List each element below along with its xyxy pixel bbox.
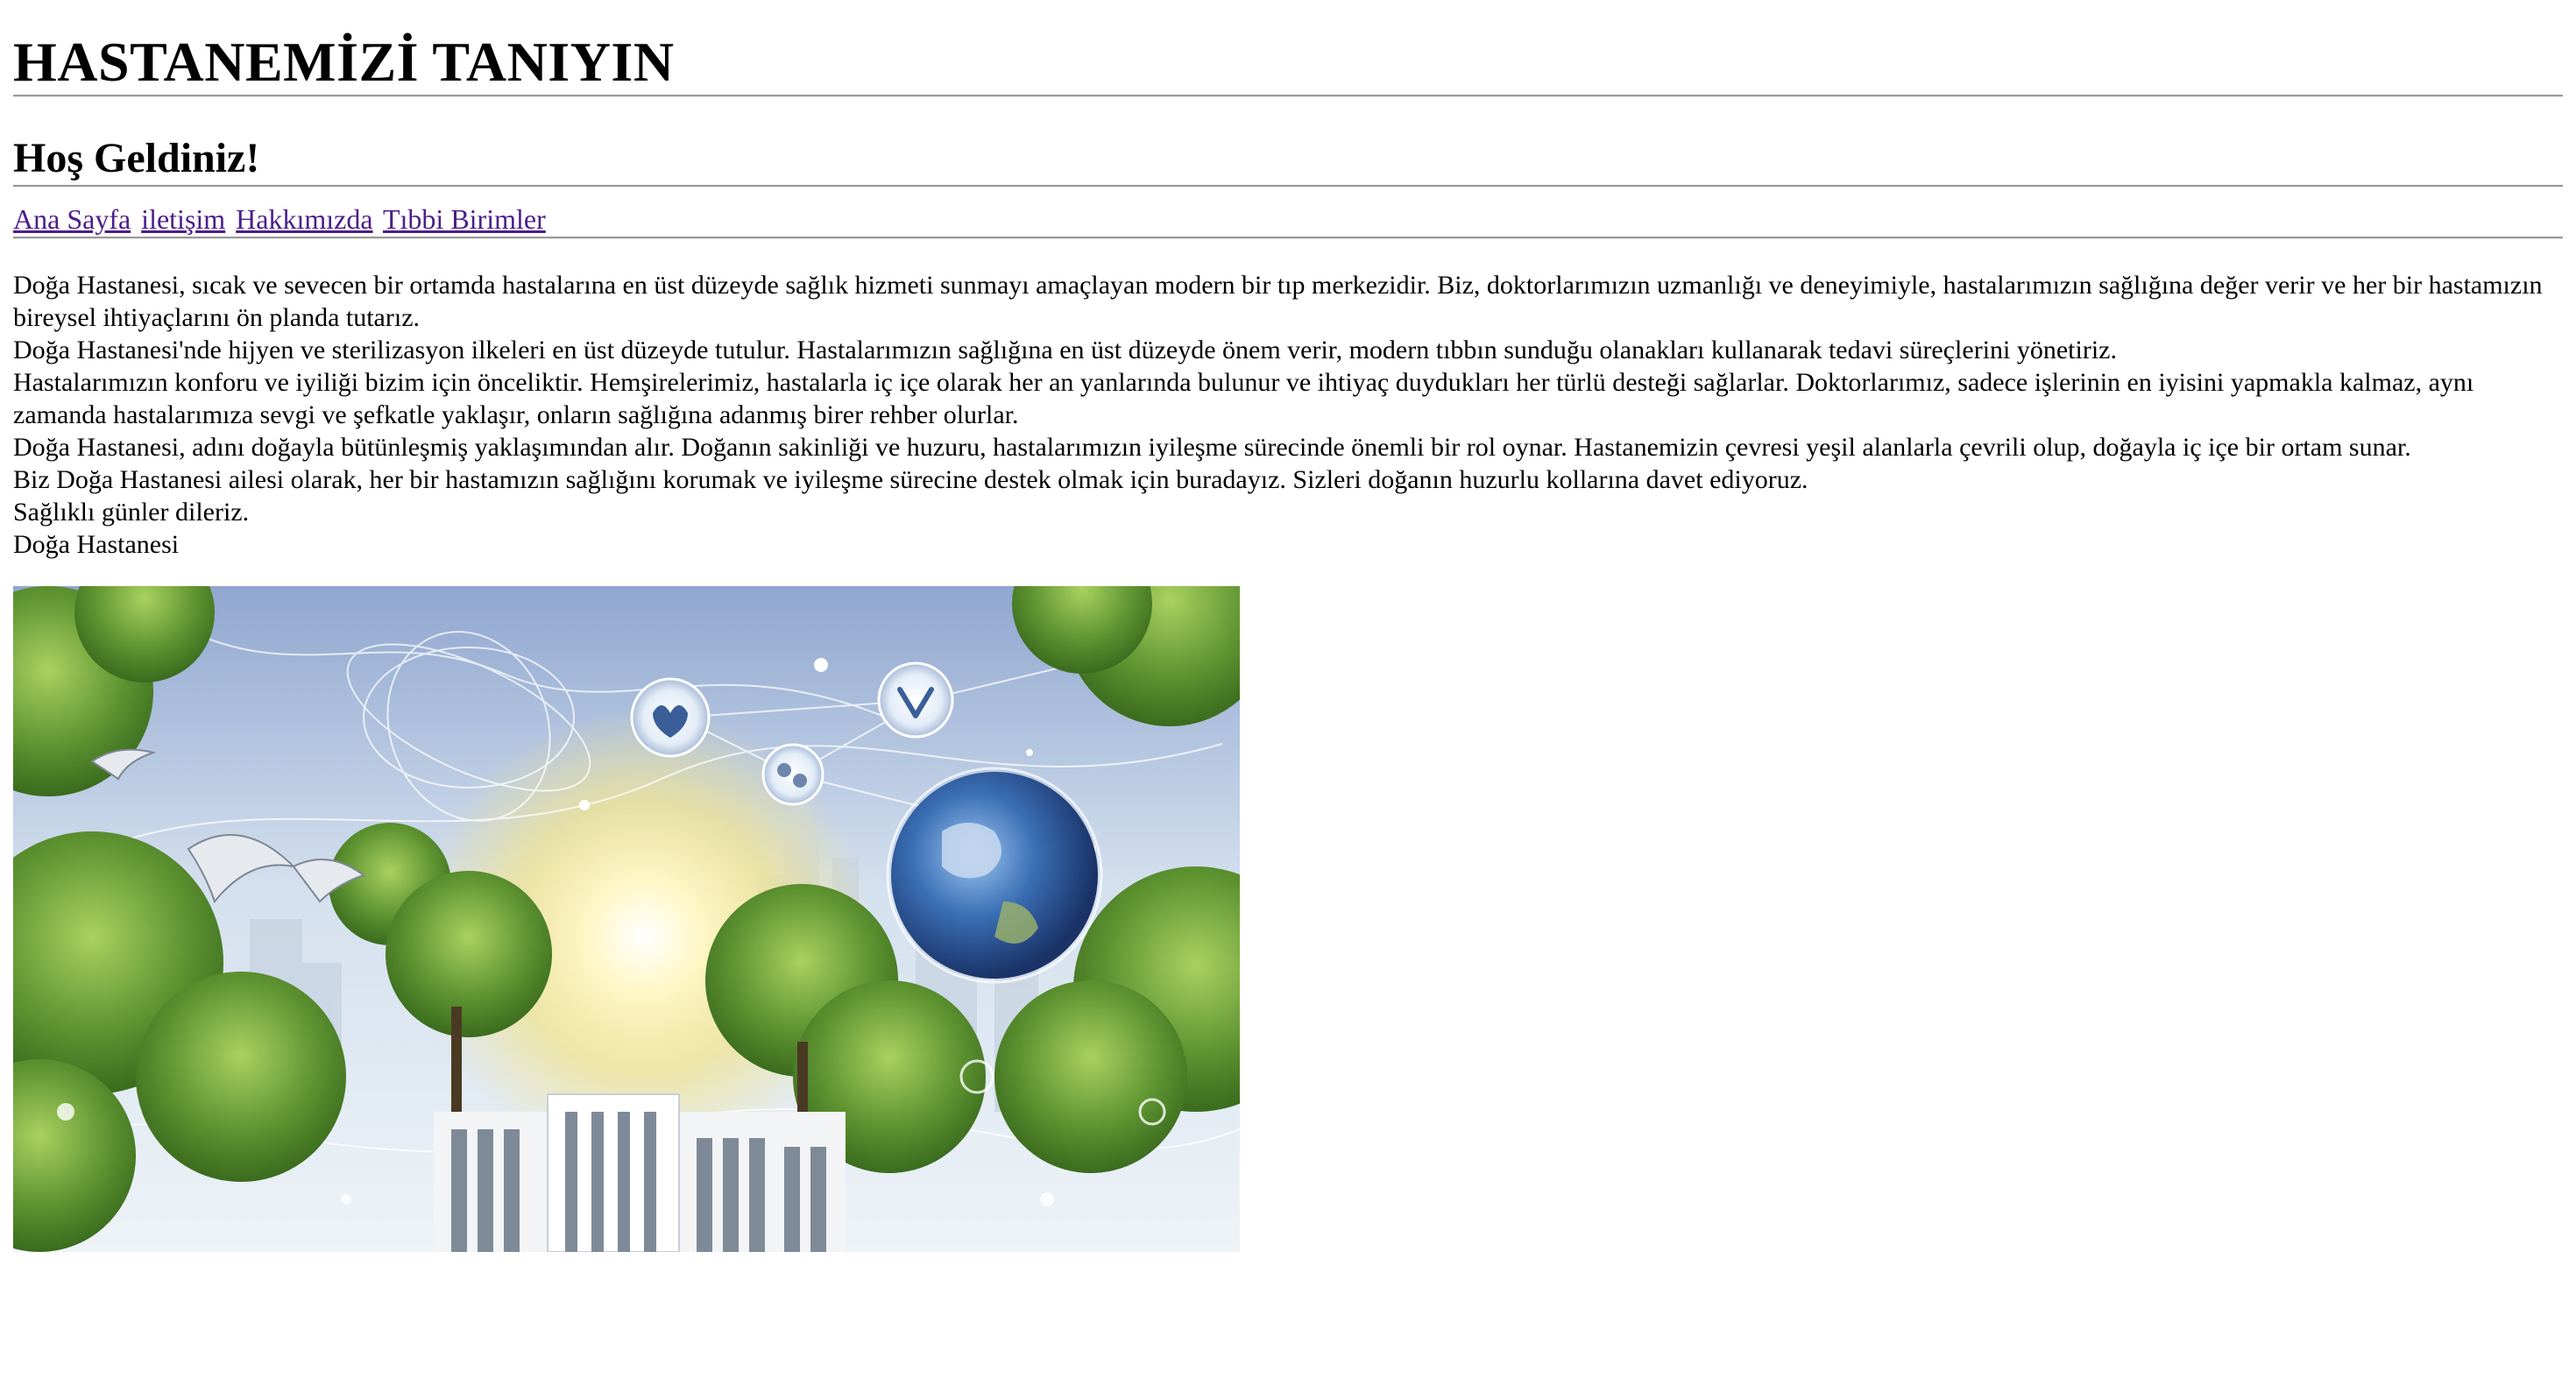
paragraph-signature: Doğa Hastanesi xyxy=(13,530,180,559)
about-text: Doğa Hastanesi, sıcak ve sevecen bir ort… xyxy=(13,269,2558,561)
nav-link-medical-units[interactable]: Tıbbi Birimler xyxy=(383,203,546,235)
nav-link-home[interactable]: Ana Sayfa xyxy=(13,203,131,235)
paragraph-intro: Doğa Hastanesi, sıcak ve sevecen bir ort… xyxy=(13,271,2543,332)
nav-link-about[interactable]: Hakkımızda xyxy=(236,203,372,235)
page-title: HASTANEMİZİ TANIYIN xyxy=(13,31,675,93)
paragraph-nature: Doğa Hastanesi, adını doğayla bütünleşmi… xyxy=(13,433,2411,462)
cells-bubble-icon xyxy=(761,743,824,806)
divider xyxy=(13,95,2563,97)
divider xyxy=(13,185,2563,187)
paragraph-wishes: Sağlıklı günler dileriz. xyxy=(13,498,250,527)
hospital-building xyxy=(434,1093,846,1252)
divider xyxy=(13,237,2563,239)
hero-illustration xyxy=(13,586,1240,1252)
hospital-hero-image xyxy=(13,586,1240,1252)
paragraph-comfort: Hastalarımızın konforu ve iyiliği bizim … xyxy=(13,368,2474,429)
paragraph-hygiene: Doğa Hastanesi'nde hijyen ve sterilizasy… xyxy=(13,336,2117,364)
welcome-heading: Hoş Geldiniz! xyxy=(13,135,260,181)
main-nav: Ana Sayfa iletişim Hakkımızda Tıbbi Biri… xyxy=(13,202,2563,237)
nav-link-contact[interactable]: iletişim xyxy=(141,203,225,235)
paragraph-family: Biz Doğa Hastanesi ailesi olarak, her bi… xyxy=(13,465,1808,494)
earth-globe xyxy=(886,767,1103,984)
heart-bubble-icon xyxy=(630,677,711,758)
page: HASTANEMİZİ TANIYIN Hoş Geldiniz! Ana Sa… xyxy=(0,0,2576,1252)
shield-bubble-icon xyxy=(877,661,954,739)
